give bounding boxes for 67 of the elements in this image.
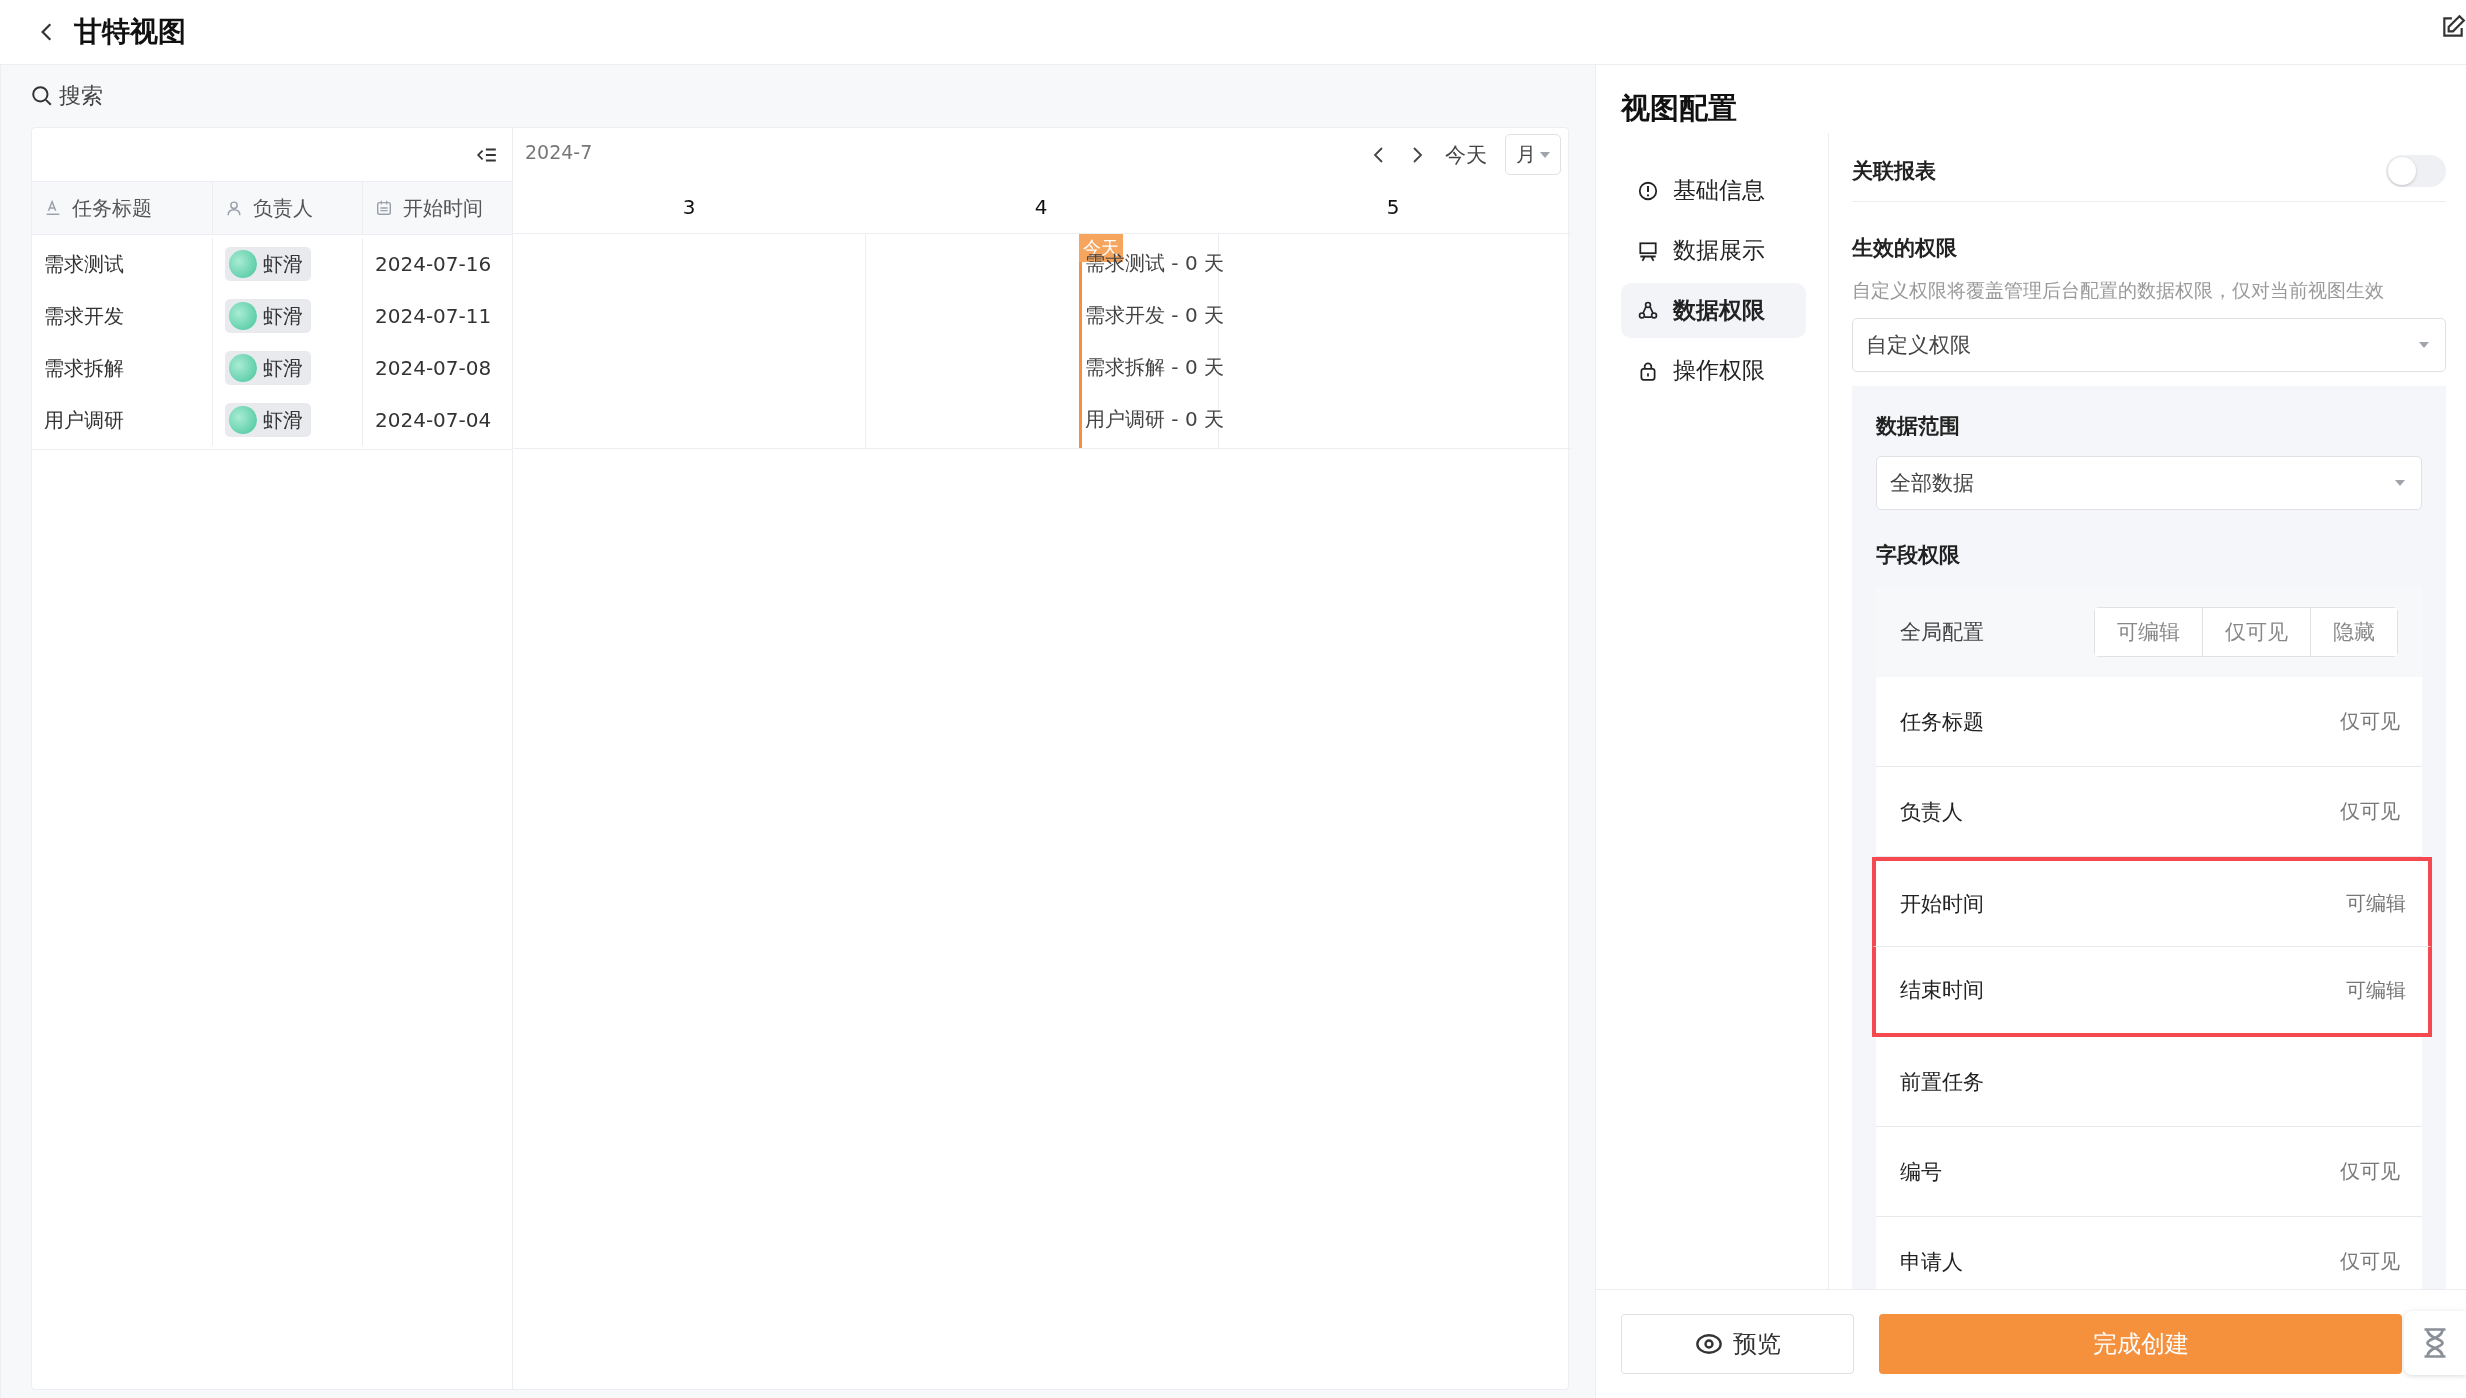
task-title: 需求开发 <box>44 302 124 330</box>
field-name: 申请人 <box>1900 1248 1963 1276</box>
column-header[interactable]: 负责人 <box>213 182 363 234</box>
scale-select[interactable]: 月 <box>1505 134 1561 175</box>
preview-button[interactable]: 预览 <box>1621 1314 1854 1374</box>
description-text: 自定义权限将覆盖管理后台配置的数据权限，仅对当前视图生效 <box>1852 278 2385 303</box>
task-title: 需求拆解 <box>44 354 124 382</box>
column-header[interactable]: 开始时间 <box>363 182 512 234</box>
panel-title: 视图配置 <box>1619 90 1738 127</box>
section-title: 数据范围 <box>1876 413 1961 440</box>
field-permission[interactable]: 仅可见 <box>2340 708 2400 735</box>
edit-icon[interactable] <box>2440 14 2466 40</box>
section-title: 关联报表 <box>1852 158 1936 185</box>
search-field[interactable]: 搜索 <box>31 65 171 127</box>
search-icon <box>31 85 53 107</box>
field-name: 编号 <box>1900 1158 1942 1186</box>
field-permission[interactable]: 仅可见 <box>2340 1158 2400 1185</box>
scope-select[interactable]: 全部数据 <box>1876 456 2422 510</box>
start-date: 2024-07-16 <box>375 252 492 276</box>
field-permission[interactable]: 仅可见 <box>2340 798 2400 825</box>
task-title: 需求测试 <box>44 250 124 278</box>
segment-button[interactable]: 可编辑 <box>2095 608 2203 656</box>
field-name: 前置任务 <box>1900 1068 1984 1096</box>
monitor-icon <box>1637 239 1659 262</box>
caret-icon <box>1540 151 1550 158</box>
caret-icon <box>2419 342 2429 348</box>
field-name: 全局配置 <box>1900 619 1984 646</box>
owner-tag: 虾滑 <box>225 247 311 281</box>
start-date: 2024-07-04 <box>375 408 492 432</box>
today-button[interactable]: 今天 <box>1445 140 1487 169</box>
permission-select[interactable]: 自定义权限 <box>1852 318 2446 372</box>
nav-item[interactable]: 数据权限 <box>1621 283 1806 338</box>
task-bar-label[interactable]: 用户调研 - 0 天 <box>1085 405 1224 433</box>
field-name: 负责人 <box>1900 798 1963 826</box>
task-bar-label[interactable]: 需求拆解 - 0 天 <box>1085 353 1224 381</box>
start-date: 2024-07-11 <box>375 304 492 328</box>
field-name: 开始时间 <box>1900 890 1984 918</box>
text-icon <box>44 199 62 217</box>
column-header[interactable]: 任务标题 <box>32 182 213 234</box>
info-icon <box>1637 179 1659 202</box>
toggle-switch[interactable] <box>2386 155 2446 187</box>
field-permission[interactable]: 可编辑 <box>2346 890 2406 917</box>
section-title: 生效的权限 <box>1852 235 1958 262</box>
field-name: 结束时间 <box>1900 977 1984 1004</box>
owner-tag: 虾滑 <box>225 299 311 333</box>
calendar-icon <box>375 199 393 217</box>
task-bar-label[interactable]: 需求开发 - 0 天 <box>1085 301 1224 329</box>
field-name: 任务标题 <box>1900 708 1984 736</box>
task-title: 用户调研 <box>44 406 124 434</box>
start-date: 2024-07-08 <box>375 356 492 380</box>
nav-item[interactable]: 操作权限 <box>1621 343 1806 398</box>
nav-item[interactable]: 基础信息 <box>1621 163 1806 218</box>
hourglass-button[interactable] <box>2404 1311 2466 1375</box>
day-label: 4 <box>1034 195 1048 219</box>
person-icon <box>225 199 243 217</box>
nav-item[interactable]: 数据展示 <box>1621 223 1806 278</box>
day-label: 3 <box>682 195 696 219</box>
section-title: 字段权限 <box>1876 542 1961 569</box>
month-label: 2024-7 <box>525 140 593 163</box>
day-label: 5 <box>1386 195 1400 219</box>
owner-tag: 虾滑 <box>225 403 311 437</box>
nodes-icon <box>1637 299 1659 322</box>
owner-tag: 虾滑 <box>225 351 311 385</box>
field-permission[interactable]: 仅可见 <box>2340 1248 2400 1275</box>
page-title: 甘特视图 <box>74 14 186 50</box>
field-permission[interactable]: 可编辑 <box>2346 976 2406 1004</box>
caret-icon <box>2395 480 2405 486</box>
